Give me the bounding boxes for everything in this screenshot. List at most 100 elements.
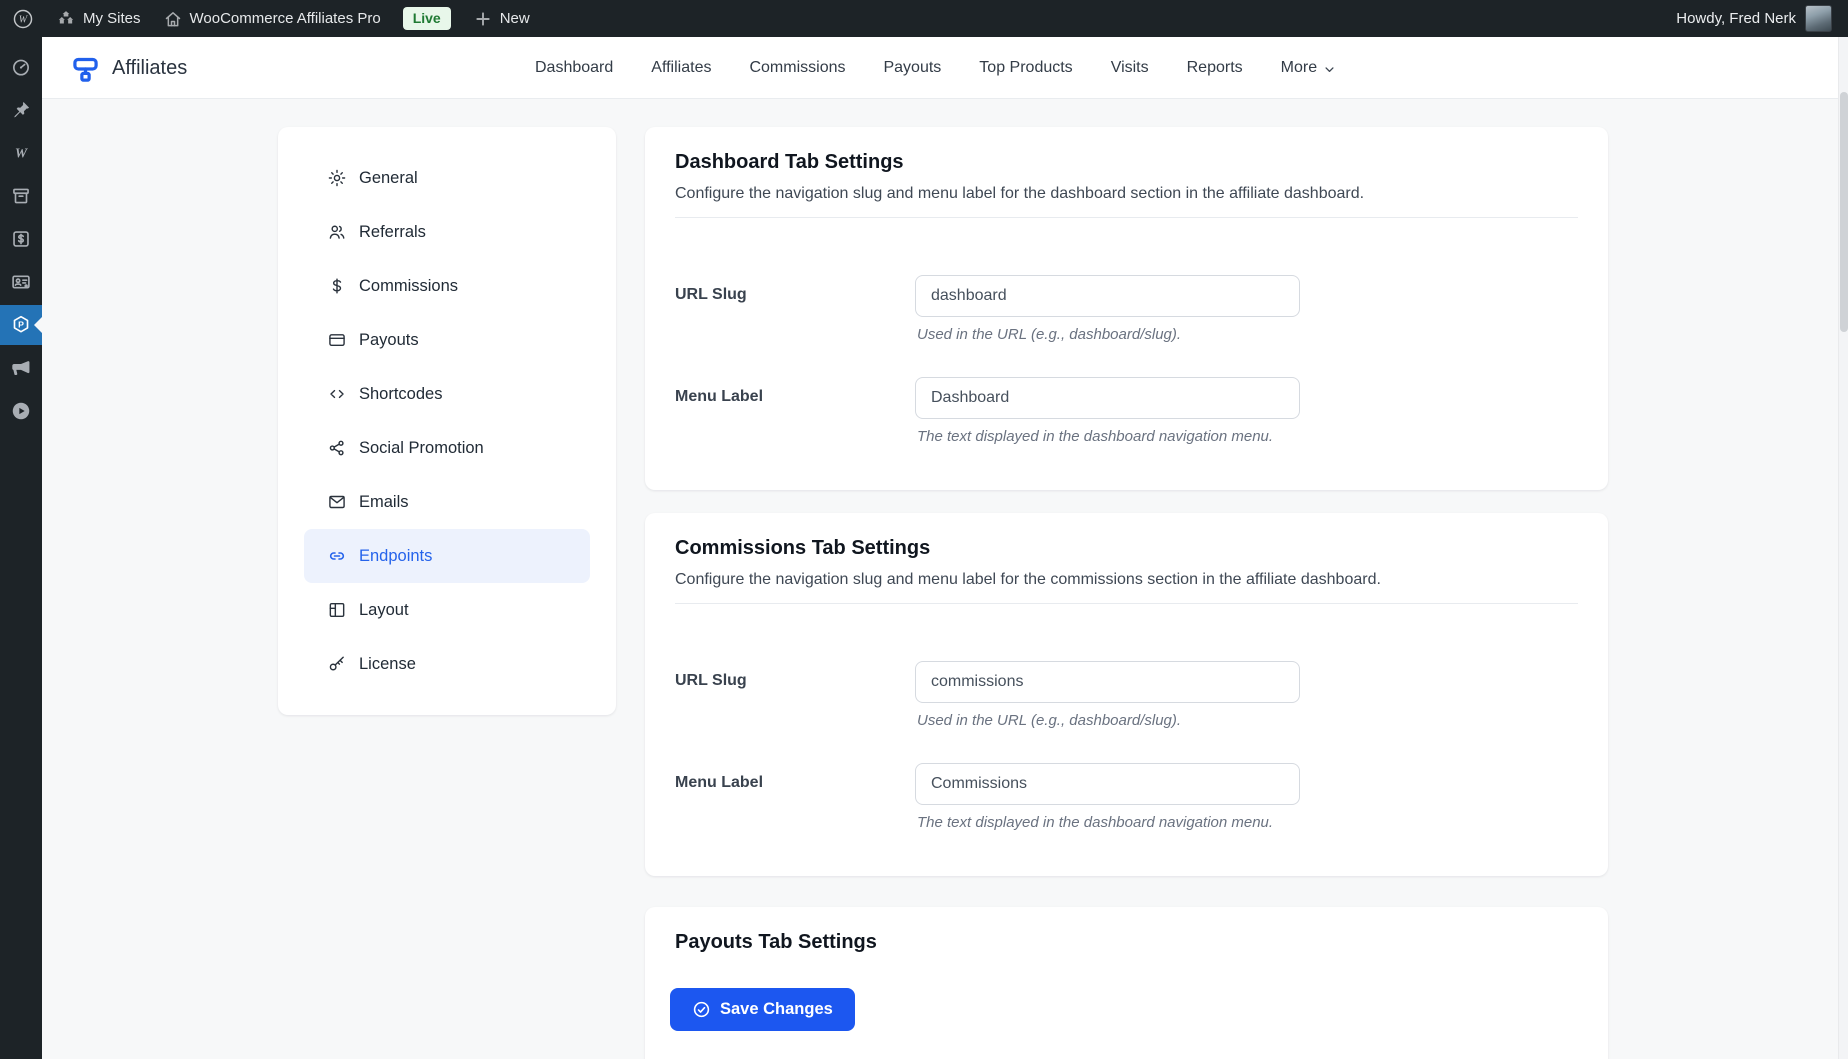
form-row: Menu Label The text displayed in the dash… [675,763,1578,831]
menu-label-input[interactable] [915,377,1300,419]
settings-nav: General Referrals Commissions Payouts Shortc… [278,127,616,715]
main-column: Dashboard Tab Settings Configure the navi… [645,127,1608,1059]
rail-item-pushpin[interactable] [0,90,42,130]
rail-item-wordpress-w[interactable]: W [0,133,42,173]
save-changes-label: Save Changes [720,1000,833,1018]
my-sites-menu[interactable]: My Sites [56,9,141,29]
settings-section-dashboard: Dashboard Tab Settings Configure the navi… [645,127,1608,490]
section-form: URL Slug Used in the URL (e.g., dashboard… [675,661,1578,831]
rail-item-archive-box[interactable] [0,176,42,216]
key-icon [327,654,347,674]
nav-item-payouts[interactable]: Payouts [883,59,941,77]
user-avatar[interactable] [1805,5,1832,32]
nav-item-label: Visits [1110,59,1149,76]
settings-nav-layout[interactable]: Layout [304,583,590,637]
settings-nav-general[interactable]: General [304,151,590,205]
scrollbar-track[interactable] [1838,37,1848,1059]
megaphone-icon [10,357,32,379]
nav-item-affiliates[interactable]: Affiliates [651,59,711,77]
app-nav: Dashboard Affiliates Commissions Payouts Top… [535,37,1337,99]
scrollbar-thumb[interactable] [1840,92,1848,332]
affiliates-logo-icon [70,53,101,84]
nav-item-label: Top Products [979,59,1073,76]
site-menu[interactable]: WooCommerce Affiliates Pro [163,9,381,29]
new-label: New [499,10,530,27]
nav-item-reports[interactable]: Reports [1187,59,1243,77]
menu-label-input[interactable] [915,763,1300,805]
section-title: Dashboard Tab Settings [675,151,904,173]
settings-nav-referrals[interactable]: Referrals [304,205,590,259]
url-slug-input[interactable] [915,275,1300,317]
code-icon [327,384,347,404]
site-name-label: WooCommerce Affiliates Pro [189,10,381,27]
settings-nav-shortcodes[interactable]: Shortcodes [304,367,590,421]
settings-nav-emails[interactable]: Emails [304,475,590,529]
nav-item-label: Dashboard [535,59,614,76]
form-row: URL Slug Used in the URL (e.g., dashboard… [675,661,1578,729]
wp-admin-rail: WP [0,37,42,1059]
settings-nav-commissions[interactable]: Commissions [304,259,590,313]
archive-box-icon [10,185,32,207]
wordpress-w-icon: W [10,142,32,164]
link-icon [327,546,347,566]
plus-icon [473,9,493,29]
my-sites-label: My Sites [83,10,141,27]
url-slug-input[interactable] [915,661,1300,703]
chevron-down-icon [1322,62,1337,77]
rail-item-dollar-square[interactable] [0,219,42,259]
settings-nav-label: Referrals [359,222,426,241]
field-label: URL Slug [675,286,747,303]
svg-text:W: W [19,14,29,25]
field-label: URL Slug [675,672,747,689]
section-description: Configure the navigation slug and menu l… [675,571,1381,588]
rail-item-dashboard-gauge[interactable] [0,47,42,87]
nav-item-visits[interactable]: Visits [1111,59,1149,77]
section-title: Commissions Tab Settings [675,537,931,559]
section-form: URL Slug Used in the URL (e.g., dashboard… [675,275,1578,445]
settings-nav-endpoints[interactable]: Endpoints [304,529,590,583]
nav-item-more[interactable]: More [1281,59,1337,77]
svg-text:W: W [15,146,29,161]
rail-item-play-circle[interactable] [0,391,42,431]
save-bar: Save Changes [645,958,1608,1059]
form-row: URL Slug Used in the URL (e.g., dashboard… [675,275,1578,343]
settings-nav-social-promotion[interactable]: Social Promotion [304,421,590,475]
nav-item-commissions[interactable]: Commissions [749,59,845,77]
rail-item-affiliates-plugin[interactable]: P [0,305,42,345]
settings-nav-license[interactable]: License [304,637,590,691]
field-help-text: The text displayed in the dashboard navi… [917,814,1274,831]
divider [675,603,1578,604]
form-row: Menu Label The text displayed in the dash… [675,377,1578,445]
nav-item-dashboard[interactable]: Dashboard [535,59,613,77]
app-header: Affiliates Dashboard Affiliates Commission… [42,37,1848,99]
rail-item-megaphone[interactable] [0,348,42,388]
field-label: Menu Label [675,388,764,405]
field-label: Menu Label [675,774,764,791]
app-brand[interactable]: Affiliates [70,37,187,99]
rail-item-id-card[interactable] [0,262,42,302]
field-help-text: Used in the URL (e.g., dashboard/slug). [917,326,1182,343]
wordpress-logo-menu[interactable]: W [12,8,34,30]
nav-item-label: More [1280,59,1318,76]
new-content-menu[interactable]: New [473,9,530,29]
field-help-text: Used in the URL (e.g., dashboard/slug). [917,712,1182,729]
settings-nav-label: Commissions [359,276,459,295]
wordpress-logo-icon: W [12,8,34,30]
my-sites-icon [56,9,76,29]
envelope-icon [327,492,347,512]
settings-nav-label: Shortcodes [359,384,443,403]
nav-item-label: Reports [1186,59,1243,76]
nav-item-top-products[interactable]: Top Products [979,59,1072,77]
live-status-badge[interactable]: Live [402,7,451,30]
account-menu[interactable]: Howdy, Fred Nerk [1676,5,1848,32]
howdy-label: Howdy, Fred Nerk [1676,10,1796,27]
dollar-square-icon [10,228,32,250]
settings-nav-label: Payouts [359,330,419,349]
settings-nav-label: Social Promotion [359,438,484,457]
settings-nav-payouts[interactable]: Payouts [304,313,590,367]
settings-nav-label: Emails [359,492,409,511]
save-changes-button[interactable]: Save Changes [670,988,855,1031]
check-circle-icon [692,1000,711,1019]
section-title: Payouts Tab Settings [675,931,877,953]
share-icon [327,438,347,458]
